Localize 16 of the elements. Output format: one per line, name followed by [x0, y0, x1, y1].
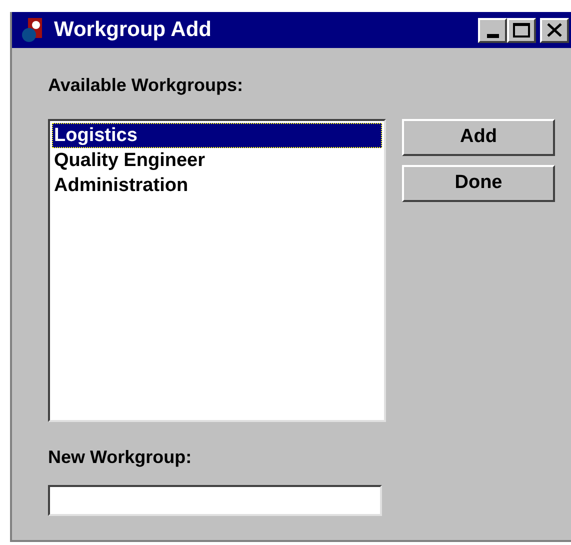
minimize-icon	[486, 34, 498, 38]
add-button[interactable]: Add	[402, 119, 555, 156]
maximize-button[interactable]	[507, 18, 536, 42]
new-workgroup-field[interactable]	[48, 485, 382, 516]
close-icon	[547, 23, 562, 37]
maximize-icon	[513, 22, 530, 38]
done-button[interactable]: Done	[402, 165, 555, 202]
available-workgroups-label: Available Workgroups:	[48, 74, 244, 97]
new-workgroup-label: New Workgroup:	[48, 446, 193, 469]
close-button[interactable]	[540, 18, 569, 42]
list-item[interactable]: Administration	[52, 173, 382, 198]
window-title: Workgroup Add	[54, 17, 212, 44]
list-item[interactable]: Logistics	[52, 123, 382, 148]
workgroup-list[interactable]: Logistics Quality Engineer Administration	[48, 119, 386, 422]
minimize-button[interactable]	[478, 18, 507, 42]
list-item[interactable]: Quality Engineer	[52, 148, 382, 173]
